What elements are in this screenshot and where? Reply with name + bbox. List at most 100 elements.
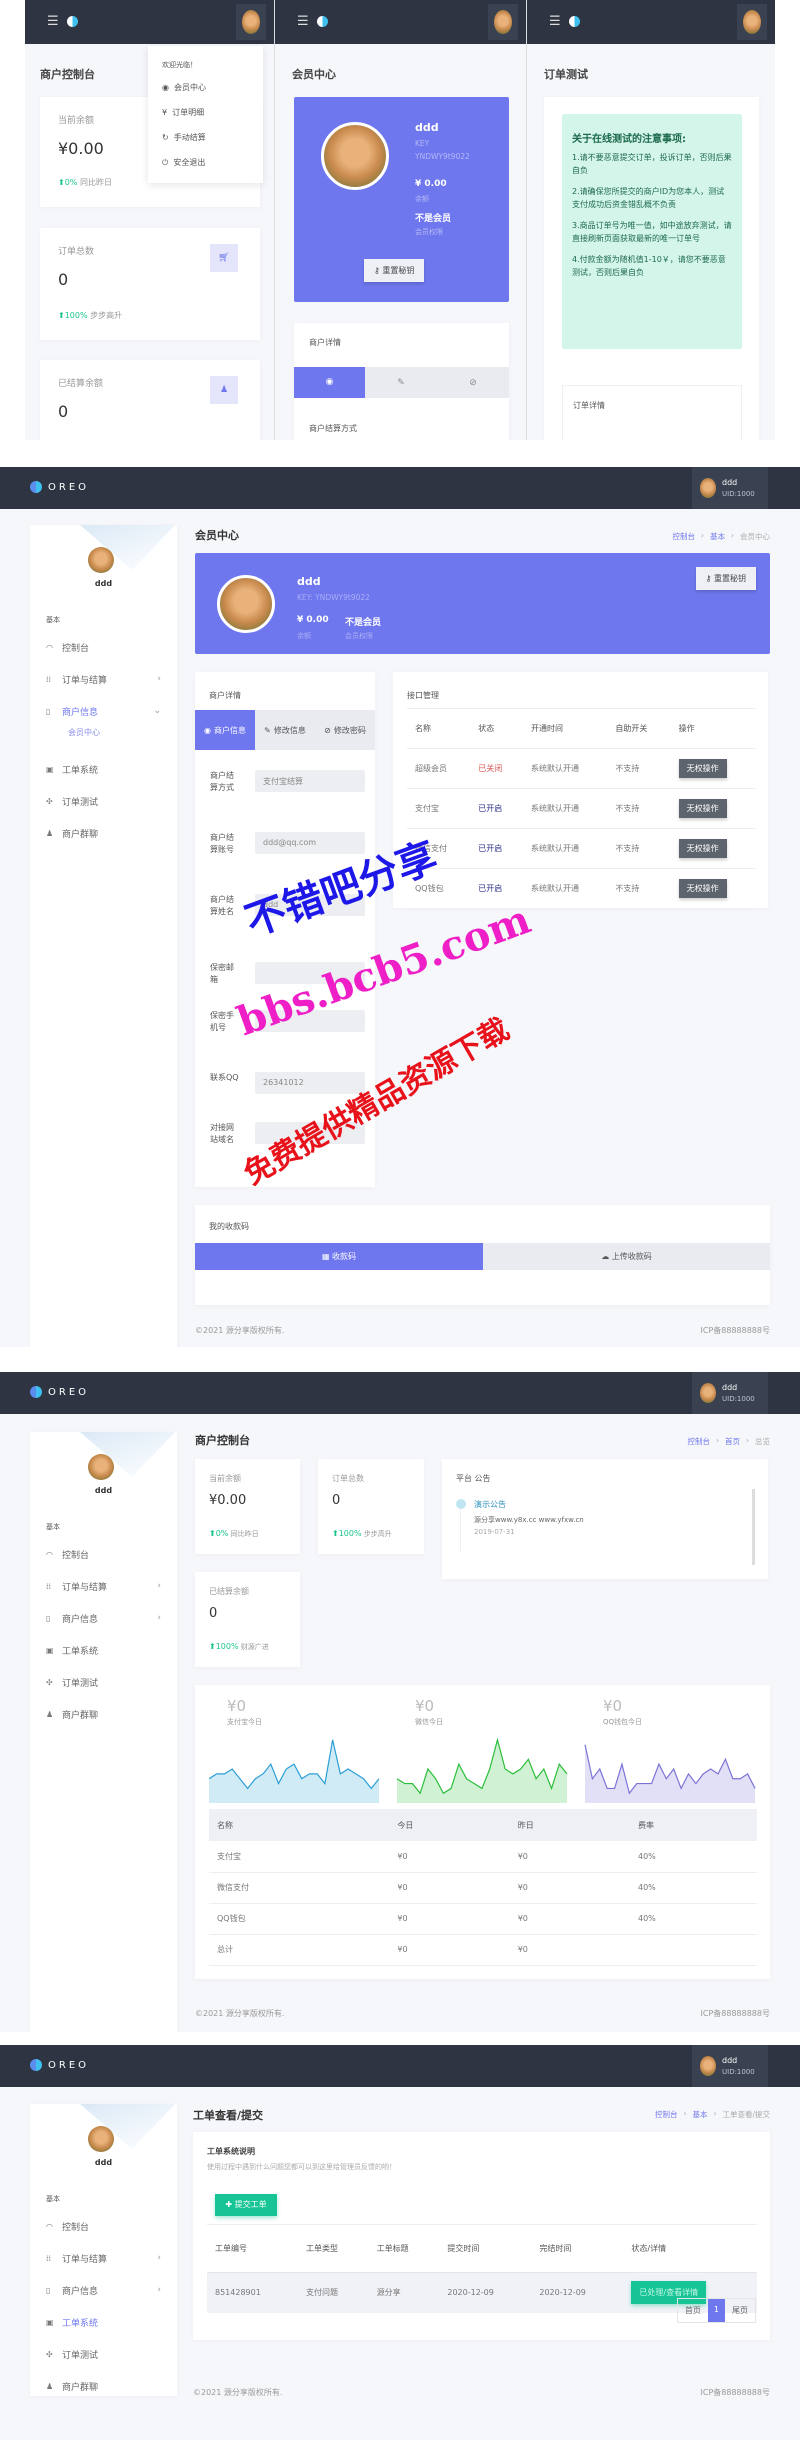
no-permission-button[interactable]: 无权操作 [678, 879, 727, 898]
chevron-down-icon: ⌄ [153, 706, 161, 716]
page-current[interactable]: 1 [707, 2299, 725, 2322]
self-service: 不支持 [615, 804, 640, 813]
sidebar-item[interactable]: ▯ 商户信息 › [46, 1608, 171, 1628]
scrollbar[interactable] [752, 1489, 755, 1565]
tab-password[interactable]: ⊘ [469, 378, 477, 388]
table-cell: QQ钱包 [217, 1914, 246, 1923]
member-center-page: OREO ddd UID:1000 ddd 基本 ◠ 控制台 ⁞⁞ 订单与结算 › ▯ 商户信息 ⌄… [0, 467, 800, 1347]
dashboard-icon: ◠ [46, 1549, 53, 1559]
column-header: 名称 [415, 724, 431, 733]
page-first[interactable]: 首页 [678, 2299, 708, 2322]
field-input[interactable]: ddd@qq.com [255, 832, 365, 854]
table-cell: ¥0 [517, 1851, 528, 1861]
logo[interactable]: OREO [30, 481, 89, 493]
field-input[interactable]: ddd [255, 894, 365, 916]
sidebar-subitem-member-center[interactable]: 会员中心 [68, 727, 100, 738]
mobile-header: ☰ [275, 0, 526, 44]
sidebar-item[interactable]: ⁞⁞ 订单与结算 › [46, 669, 171, 689]
dropdown-item-label: 会员中心 [173, 83, 206, 92]
field-input[interactable] [255, 1010, 365, 1032]
submit-ticket-button[interactable]: ✚ 提交工单 [215, 2194, 277, 2216]
tab-info[interactable]: ◉ 商户信息 [195, 710, 255, 750]
menu-item-icon: ↻ [162, 133, 169, 142]
action-cell: 无权操作 [671, 749, 755, 789]
sidebar-item[interactable]: ◠ 控制台 [46, 637, 171, 657]
avatar[interactable] [488, 4, 518, 40]
field-input[interactable] [255, 962, 365, 984]
test-icon: ✣ [46, 796, 53, 806]
breadcrumb-item[interactable]: 控制台 [655, 2109, 678, 2120]
breadcrumb-item[interactable]: 控制台 [688, 1436, 711, 1447]
order-details-title: 订单详情 [573, 401, 605, 410]
table-row: 851428901 支付问题 源分享 2020-12-09 2020-12-09 已处理… [207, 2272, 757, 2313]
page-last[interactable]: 尾页 [725, 2299, 755, 2322]
sidebar-item[interactable]: ▣ 工单系统 [46, 1640, 171, 1660]
reset-key-button[interactable]: ⚷ 重置秘钥 [695, 567, 756, 590]
logo[interactable]: OREO [30, 1386, 89, 1398]
menu-icon[interactable]: ☰ [47, 15, 60, 28]
icp-link[interactable]: ICP备88888888号 [701, 2008, 771, 2019]
sidebar-item[interactable]: ▯ 商户信息 › [46, 2280, 171, 2300]
settled-value: 0 [58, 402, 69, 421]
tab-edit-password[interactable]: ⊘ 修改密码 [315, 710, 375, 750]
field-input[interactable]: 支付宝结算 [255, 770, 365, 792]
sidebar-item[interactable]: ✣ 订单测试 [46, 1672, 171, 1692]
menu-icon[interactable]: ☰ [549, 15, 562, 28]
icp-link[interactable]: ICP备88888888号 [701, 2387, 771, 2398]
dropdown-item[interactable]: ¥ 订单明细 [162, 107, 204, 118]
breadcrumb-item[interactable]: 控制台 [673, 531, 696, 542]
announcement-link[interactable]: 演示公告 [474, 1499, 506, 1510]
dropdown-item[interactable]: ⏻ 安全退出 [162, 157, 205, 168]
dropdown-item[interactable]: ↻ 手动结算 [162, 132, 206, 143]
tab-info[interactable]: ◉ [294, 367, 365, 398]
sidebar-item[interactable]: ⁞⁞ 订单与结算 › [46, 2248, 171, 2268]
reset-key-button[interactable]: ⚷ 重置秘钥 [364, 259, 425, 282]
card-title: 我的收款码 [209, 1222, 249, 1231]
tab-edit-info[interactable]: ✎ 修改信息 [255, 710, 315, 750]
tab-upload-qr[interactable]: ☁ 上传收款码 [483, 1243, 770, 1270]
sidebar-item[interactable]: ◠ 控制台 [46, 1544, 171, 1564]
orders-value: 0 [332, 1493, 341, 1508]
sidebar-item[interactable]: ▯ 商户信息 ⌄ [46, 701, 171, 721]
avatar [700, 1383, 716, 1403]
tab-qr-code[interactable]: ▦ 收款码 [195, 1243, 483, 1270]
timeline-dot [456, 1499, 466, 1509]
table-row: QQ钱包 ¥0 ¥0 40% [209, 1903, 757, 1934]
sidebar-item-label: 控制台 [62, 1550, 90, 1561]
field-input[interactable] [255, 1122, 365, 1144]
field-label: 商户结算姓名 [210, 895, 234, 916]
breadcrumb-item[interactable]: 基本 [710, 531, 725, 542]
sidebar-avatar [88, 1454, 114, 1480]
user-uid: UID:1000 [722, 2067, 755, 2076]
dropdown-item[interactable]: ◉ 会员中心 [162, 82, 206, 93]
sidebar-item[interactable]: ♟ 商户群聊 [46, 2376, 171, 2396]
logo[interactable]: OREO [30, 2059, 89, 2071]
breadcrumb: 控制台 › 基本 › 会员中心 [673, 531, 771, 542]
no-permission-button[interactable]: 无权操作 [678, 799, 727, 818]
user-menu[interactable]: ddd UID:1000 [692, 2045, 768, 2087]
no-permission-button[interactable]: 无权操作 [678, 759, 727, 778]
no-permission-button[interactable]: 无权操作 [678, 839, 727, 858]
field-input[interactable]: 26341012 [255, 1072, 365, 1094]
user-menu[interactable]: ddd UID:1000 [692, 467, 768, 509]
tab-edit[interactable]: ✎ [397, 378, 405, 388]
sidebar-item[interactable]: ♟ 商户群聊 [46, 823, 171, 843]
sidebar-item[interactable]: ⁞⁞ 订单与结算 › [46, 1576, 171, 1596]
avatar[interactable] [737, 4, 767, 40]
sidebar-item-label: 商户信息 [62, 2286, 99, 2297]
mobile-order-test: ☰ 订单测试 关于在线测试的注意事项: 1.请不要恶意提交订单，投诉订单，否则后… [527, 0, 775, 440]
sidebar-item[interactable]: ♟ 商户群聊 [46, 1704, 171, 1724]
breadcrumb-item[interactable]: 基本 [692, 2109, 707, 2120]
sidebar-item[interactable]: ◠ 控制台 [46, 2216, 171, 2236]
sidebar-item[interactable]: ▣ 工单系统 [46, 2312, 171, 2332]
menu-icon[interactable]: ☰ [297, 15, 310, 28]
dropdown-item-label: 安全退出 [173, 158, 206, 167]
sidebar-item[interactable]: ✣ 订单测试 [46, 791, 171, 811]
avatar[interactable] [236, 4, 266, 40]
sidebar-item[interactable]: ✣ 订单测试 [46, 2344, 171, 2364]
breadcrumb-item[interactable]: 首页 [725, 1436, 740, 1447]
icp-link[interactable]: ICP备88888888号 [701, 1325, 771, 1336]
table-row: 微信支付 ¥0 ¥0 40% [209, 1872, 757, 1903]
user-menu[interactable]: ddd UID:1000 [692, 1372, 768, 1414]
sidebar-item[interactable]: ▣ 工单系统 [46, 759, 171, 779]
